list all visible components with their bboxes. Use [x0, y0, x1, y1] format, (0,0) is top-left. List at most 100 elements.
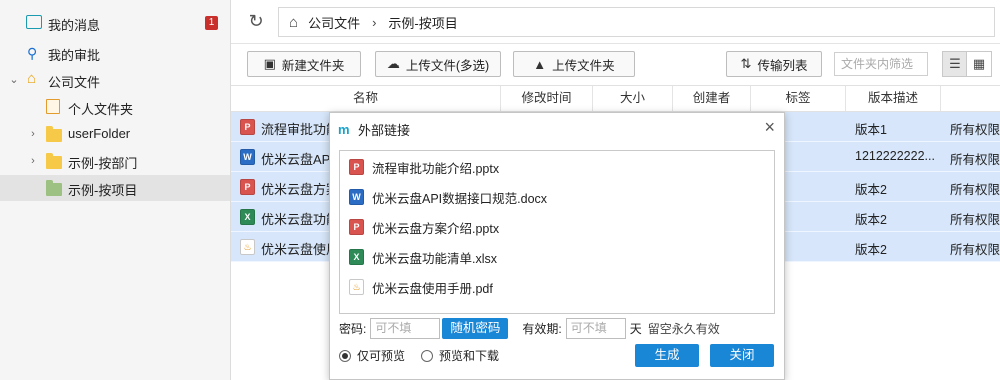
list-item: X 优米云盘功能清单.xlsx [349, 247, 497, 267]
button-label: 上传文件(多选) [405, 58, 490, 73]
list-item: P 优米云盘方案介绍.pptx [349, 217, 499, 237]
transfer-icon: ⇅ [740, 56, 752, 71]
pptx-file-icon: P [240, 119, 255, 135]
file-name[interactable]: 优米云盘方案 [261, 179, 339, 198]
column-header-tags[interactable]: 标签 [751, 86, 846, 111]
sidebar-item-company-files[interactable]: ⌄ ⌂ 公司文件 [0, 67, 230, 93]
sidebar-item-personal-folder[interactable]: 个人文件夹 [0, 94, 230, 120]
close-icon[interactable]: × [764, 117, 775, 137]
cloud-upload-icon: ☁ [386, 56, 400, 71]
app-logo-icon: m [338, 121, 350, 137]
file-name: 优米云盘使用手册.pdf [372, 281, 493, 296]
org-chart-icon: ⚲ [27, 45, 38, 61]
file-name[interactable]: 优米云盘API [261, 149, 334, 168]
generate-button[interactable]: 生成 [635, 344, 699, 367]
selected-files-list: P 流程审批功能介绍.pptx W 优米云盘API数据接口规范.docx P 优… [339, 150, 775, 314]
chevron-down-icon[interactable]: ⌄ [8, 74, 20, 86]
message-icon [26, 15, 42, 29]
column-header-creator[interactable]: 创建者 [673, 86, 751, 111]
user-folder-icon [46, 99, 60, 114]
transfer-list-button[interactable]: ⇅ 传输列表 [726, 51, 822, 77]
refresh-icon[interactable]: ↻ [245, 10, 267, 32]
upload-folder-button[interactable]: ▲ 上传文件夹 [513, 51, 635, 77]
sidebar-item-label: 我的消息 [48, 18, 101, 33]
file-name: 流程审批功能介绍.pptx [372, 161, 500, 176]
file-name[interactable]: 优米云盘功能 [261, 209, 339, 228]
version-desc: 版本2 [855, 183, 887, 197]
column-header-version[interactable]: 版本描述 [846, 86, 941, 111]
permission: 所有权限 [950, 243, 1000, 257]
home-icon[interactable]: ⌂ [289, 14, 298, 31]
sidebar-item-label: userFolder [68, 126, 131, 141]
folder-filter-input[interactable]: 文件夹内筛选 [834, 52, 928, 76]
grid-view-icon[interactable]: ▦ [966, 51, 992, 77]
pdf-file-icon: ♨ [349, 279, 364, 295]
upload-folder-icon: ▲ [533, 56, 547, 72]
password-label: 密码: [339, 322, 367, 336]
sidebar-item-approvals[interactable]: ⚲ 我的审批 [0, 40, 230, 66]
list-view-icon[interactable]: ☰ [942, 51, 968, 77]
button-label: 上传文件夹 [552, 58, 615, 73]
column-header-name[interactable]: 名称 [231, 86, 501, 111]
docx-file-icon: W [349, 189, 364, 205]
sidebar-item-by-project[interactable]: 示例-按项目 [0, 175, 230, 201]
chevron-right-icon[interactable]: › [27, 128, 39, 140]
pdf-file-icon: ♨ [240, 239, 255, 255]
pptx-file-icon: P [349, 159, 364, 175]
permission: 所有权限 [950, 183, 1000, 197]
sidebar: 我的消息 1 ⚲ 我的审批 ⌄ ⌂ 公司文件 个人文件夹 › userFolde… [0, 0, 231, 380]
preview-only-label[interactable]: 仅可预览 [357, 347, 405, 364]
breadcrumb-root[interactable]: 公司文件 [308, 13, 360, 32]
file-name: 优米云盘方案介绍.pptx [372, 221, 500, 236]
close-button[interactable]: 关闭 [710, 344, 774, 367]
sidebar-item-label: 示例-按项目 [68, 183, 138, 198]
sidebar-item-userfolder[interactable]: › userFolder [0, 121, 230, 147]
table-header: 名称 修改时间 大小 创建者 标签 版本描述 [231, 85, 1000, 112]
validity-label: 有效期: [522, 322, 562, 336]
button-label: 传输列表 [757, 58, 808, 73]
preview-download-radio[interactable] [421, 349, 434, 362]
sidebar-item-label: 公司文件 [48, 75, 101, 90]
preview-download-label[interactable]: 预览和下载 [439, 347, 499, 364]
breadcrumb-current: 示例-按项目 [388, 15, 458, 31]
new-folder-button[interactable]: ▣ 新建文件夹 [247, 51, 361, 77]
version-desc: 版本1 [855, 123, 887, 137]
pptx-file-icon: P [240, 179, 255, 195]
file-name[interactable]: 流程审批功能 [261, 119, 339, 138]
days-unit: 天 [629, 322, 642, 336]
sidebar-item-label: 个人文件夹 [68, 102, 134, 117]
button-label: 新建文件夹 [281, 58, 345, 73]
list-item: P 流程审批功能介绍.pptx [349, 157, 499, 177]
folder-icon [46, 126, 62, 142]
xlsx-file-icon: X [240, 209, 255, 225]
dialog-title: 外部链接 [358, 123, 411, 138]
sidebar-item-label: 我的审批 [48, 48, 101, 63]
sidebar-item-messages[interactable]: 我的消息 1 [0, 10, 230, 36]
file-name[interactable]: 优米云盘使用 [261, 239, 339, 258]
folder-icon [46, 153, 62, 169]
home-icon: ⌂ [27, 70, 37, 87]
upload-files-button[interactable]: ☁ 上传文件(多选) [375, 51, 501, 77]
random-password-button[interactable]: 随机密码 [442, 318, 509, 339]
permission-options: 仅可预览 预览和下载 [339, 347, 499, 364]
preview-only-radio[interactable] [339, 349, 351, 362]
version-desc: 版本2 [855, 213, 887, 227]
validity-hint: 留空永久有效 [647, 322, 720, 336]
password-input[interactable]: 可不填 [370, 318, 441, 339]
breadcrumb: ⌂ 公司文件 › 示例-按项目 [278, 7, 995, 37]
column-header-size[interactable]: 大小 [593, 86, 673, 111]
xlsx-file-icon: X [349, 249, 364, 265]
chevron-right-icon: › [372, 14, 377, 30]
list-item: ♨ 优米云盘使用手册.pdf [349, 277, 493, 297]
new-folder-icon: ▣ [263, 56, 276, 71]
sidebar-item-by-department[interactable]: › 示例-按部门 [0, 148, 230, 174]
validity-days-input[interactable]: 可不填 [565, 318, 626, 339]
version-desc: 版本2 [855, 243, 887, 257]
chevron-right-icon[interactable]: › [27, 155, 39, 167]
permission: 所有权限 [950, 153, 1000, 167]
column-header-modified[interactable]: 修改时间 [501, 86, 593, 111]
file-name: 优米云盘API数据接口规范.docx [372, 191, 548, 206]
external-link-dialog: m 外部链接 × P 流程审批功能介绍.pptx W 优米云盘API数据接口规范… [329, 112, 785, 380]
sidebar-item-label: 示例-按部门 [68, 156, 138, 171]
permission: 所有权限 [950, 123, 1000, 137]
